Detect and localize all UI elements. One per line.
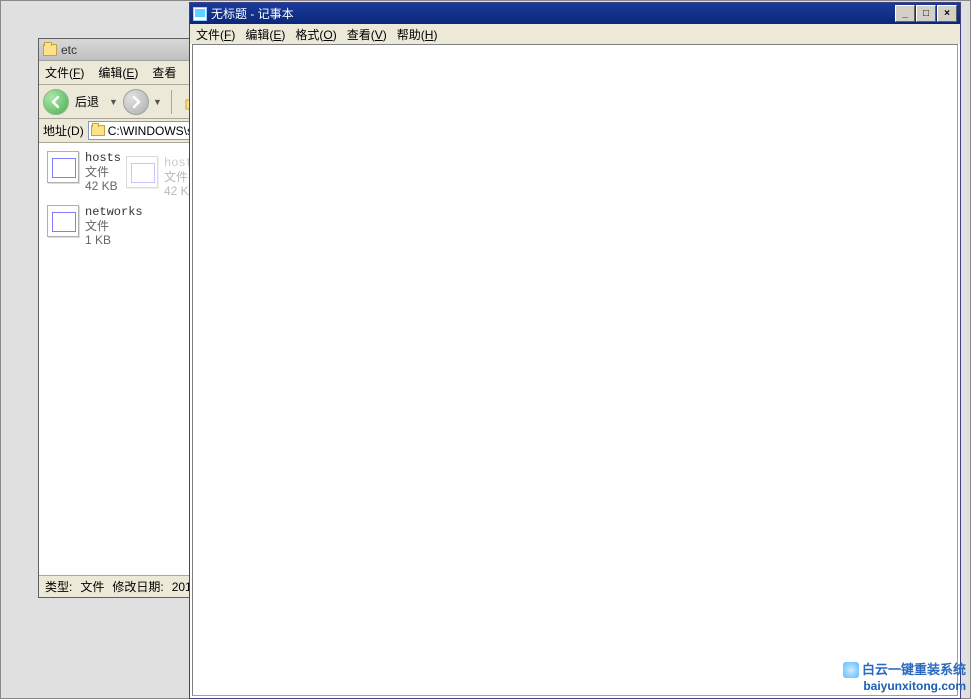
file-icon (47, 151, 79, 183)
np-menu-help[interactable]: 帮助(H) (397, 26, 438, 43)
status-mod-label: 修改日期: (112, 578, 163, 595)
menu-file[interactable]: 文件(F) (45, 64, 84, 81)
status-type-label: 类型: (45, 578, 72, 595)
np-menu-view[interactable]: 查看(V) (347, 26, 387, 43)
forward-button[interactable] (123, 89, 149, 115)
watermark-icon (843, 662, 859, 678)
file-meta: hosts 文件 42 KB (85, 151, 121, 193)
back-button[interactable] (43, 89, 69, 115)
file-name: networks (85, 205, 143, 219)
file-size: 1 KB (85, 233, 143, 247)
folder-icon (91, 125, 105, 136)
watermark: 白云一键重装系统 baiyunxitong.com (843, 662, 966, 694)
watermark-url: baiyunxitong.com (863, 678, 966, 694)
notepad-textarea[interactable] (192, 44, 958, 696)
explorer-title-text: etc (61, 43, 77, 57)
window-controls: _ □ × (895, 5, 957, 22)
forward-dropdown[interactable]: ▼ (153, 97, 163, 107)
folder-icon (43, 44, 57, 56)
toolbar-separator (171, 90, 172, 114)
close-button[interactable]: × (937, 5, 957, 22)
notepad-icon (193, 7, 207, 21)
file-type: 文件 (85, 165, 121, 179)
np-menu-edit[interactable]: 编辑(E) (245, 26, 285, 43)
notepad-window: 无标题 - 记事本 _ □ × 文件(F) 编辑(E) 格式(O) 查看(V) … (189, 2, 961, 699)
menu-edit[interactable]: 编辑(E) (98, 64, 138, 81)
notepad-title-text: 无标题 - 记事本 (211, 5, 294, 22)
address-label: 地址(D) (43, 122, 84, 139)
file-icon (47, 205, 79, 237)
back-dropdown[interactable]: ▼ (109, 97, 119, 107)
np-menu-format[interactable]: 格式(O) (295, 26, 336, 43)
maximize-button[interactable]: □ (916, 5, 936, 22)
menu-view[interactable]: 查看 (152, 64, 176, 81)
file-name: hosts (85, 151, 121, 165)
minimize-button[interactable]: _ (895, 5, 915, 22)
file-meta: networks 文件 1 KB (85, 205, 143, 247)
status-type-value: 文件 (80, 578, 104, 595)
notepad-titlebar[interactable]: 无标题 - 记事本 _ □ × (190, 3, 960, 24)
back-label: 后退 (75, 93, 99, 110)
file-size: 42 KB (85, 179, 121, 193)
file-type: 文件 (85, 219, 143, 233)
np-menu-file[interactable]: 文件(F) (196, 26, 235, 43)
watermark-text: 白云一键重装系统 (862, 662, 966, 678)
notepad-menubar: 文件(F) 编辑(E) 格式(O) 查看(V) 帮助(H) (190, 24, 960, 44)
